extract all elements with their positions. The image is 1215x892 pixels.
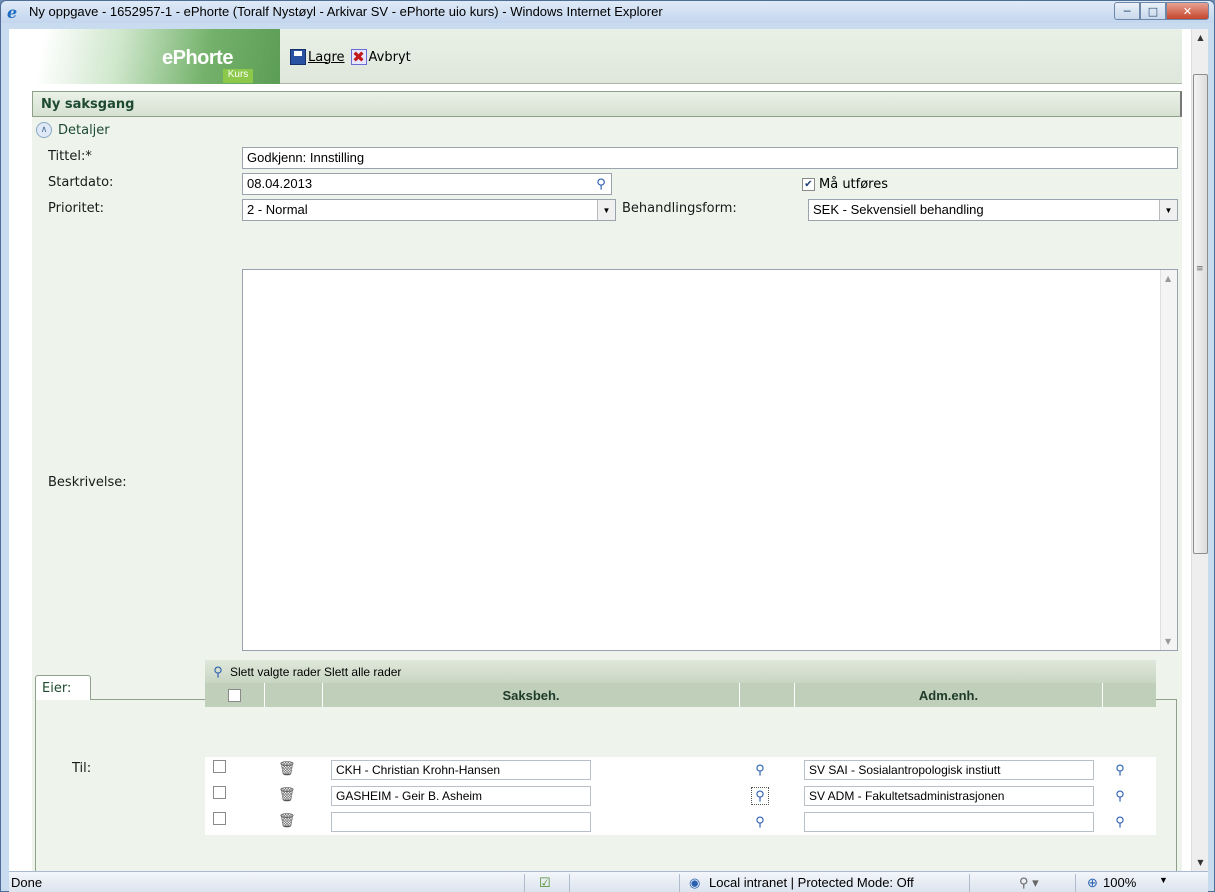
textarea-scrollbar[interactable]: ▲ ▼ — [1160, 270, 1177, 650]
cancel-label: Avbryt — [368, 49, 411, 65]
select-all-checkbox[interactable] — [228, 688, 241, 702]
cancel-icon: ✖ — [350, 48, 367, 66]
prioritet-label: Prioritet: — [48, 201, 105, 216]
search-icon[interactable]: ⚲ — [1111, 787, 1129, 805]
save-button[interactable]: Lagre — [290, 49, 345, 65]
tab-eier[interactable]: Eier: — [35, 675, 91, 700]
saksbeh-input[interactable]: CKH - Christian Krohn-Hansen — [331, 760, 591, 780]
select-all-cell — [205, 683, 265, 707]
section-title: Ny saksgang — [41, 97, 135, 112]
behandlingsform-label: Behandlingsform: — [622, 201, 737, 216]
trash-icon[interactable]: 🗑 — [278, 760, 296, 777]
header: ePhorte Kurs Lagre ✖ Avbryt — [32, 29, 1182, 84]
close-button[interactable]: ✕ — [1166, 2, 1209, 20]
col-admenh: Adm.enh. — [795, 683, 1103, 707]
table-row: 🗑 ⚲ ⚲ — [205, 809, 1156, 835]
prioritet-select[interactable]: 2 - Normal ▼ — [242, 199, 616, 221]
startdato-input[interactable]: 08.04.2013 — [242, 173, 612, 195]
row-checkbox[interactable] — [213, 760, 226, 773]
startdato-label: Startdato: — [48, 175, 114, 190]
ephorte-logo: ePhorte Kurs — [32, 29, 280, 84]
zoom-text[interactable]: 100% — [1103, 875, 1136, 890]
protected-mode-icon[interactable]: ⚲ ▾ — [1019, 875, 1039, 891]
prioritet-value: 2 - Normal — [247, 202, 308, 217]
chevron-down-icon[interactable]: ▼ — [597, 200, 615, 220]
scroll-up-icon[interactable]: ▲ — [1165, 274, 1171, 283]
til-label: Til: — [72, 761, 92, 776]
grid-toolbar-text[interactable]: Slett valgte rader Slett alle rader — [230, 665, 401, 679]
window-controls: ─ □ ✕ — [1114, 2, 1209, 21]
browser-content: ▲ ≡ ▼ ePhorte Kurs Lagre ✖ Avbryt Ny sak… — [9, 29, 1208, 871]
title-bar: e Ny oppgave - 1652957-1 - ePhorte (Tora… — [1, 1, 1214, 23]
admenh-input[interactable]: SV SAI - Sosialantropologisk instiutt — [804, 760, 1094, 780]
beskrivelse-textarea[interactable]: ▲ ▼ — [242, 269, 1178, 651]
details-toggle[interactable]: ∧ Detaljer — [36, 122, 110, 138]
row-checkbox[interactable] — [213, 812, 226, 825]
security-icon: ☑ — [539, 875, 551, 890]
beskrivelse-label: Beskrivelse: — [48, 475, 127, 490]
search-icon[interactable]: ⚲ — [751, 761, 769, 779]
zone-text: Local intranet | Protected Mode: Off — [709, 875, 914, 890]
page: ePhorte Kurs Lagre ✖ Avbryt Ny saksgang — [32, 29, 1182, 871]
zoom-icon[interactable]: ⊕ — [1087, 875, 1098, 891]
intranet-icon: ◉ — [689, 875, 701, 890]
lookup-col-header — [1103, 683, 1156, 707]
scrollbar-thumb[interactable] — [1193, 74, 1208, 554]
minimize-button[interactable]: ─ — [1114, 2, 1140, 20]
tittel-label: Tittel:* — [48, 149, 92, 164]
saksbeh-input[interactable]: GASHEIM - Geir B. Asheim — [331, 786, 591, 806]
trash-icon[interactable]: 🗑 — [278, 812, 296, 829]
zoom-dropdown-icon[interactable]: ▼ — [1159, 875, 1168, 885]
search-icon[interactable]: ⚲ — [1111, 813, 1129, 831]
maximize-button[interactable]: □ — [1140, 2, 1166, 20]
row-checkbox[interactable] — [213, 786, 226, 799]
table-row: 🗑 GASHEIM - Geir B. Asheim ⚲ SV ADM - Fa… — [205, 783, 1156, 809]
vertical-scrollbar[interactable]: ▲ ≡ ▼ — [1191, 29, 1208, 871]
date-lookup-icon[interactable]: ⚲ — [592, 175, 610, 193]
grid-header: Saksbeh. Adm.enh. — [205, 683, 1156, 707]
section-header: Ny saksgang — [32, 91, 1182, 117]
search-icon[interactable]: ⚲ — [751, 787, 769, 805]
search-icon[interactable]: ⚲ — [1111, 761, 1129, 779]
behandlingsform-select[interactable]: SEK - Sekvensiell behandling ▼ — [808, 199, 1178, 221]
search-icon[interactable]: ⚲ — [209, 663, 227, 681]
details-label: Detaljer — [58, 122, 110, 138]
ma-utfores-check[interactable]: ✔ — [802, 178, 815, 191]
admenh-input[interactable]: SV ADM - Fakultetsadministrasjonen — [804, 786, 1094, 806]
scroll-grip-icon: ≡ — [1196, 264, 1204, 274]
lookup-col-header — [740, 683, 795, 707]
admenh-input[interactable] — [804, 812, 1094, 832]
save-label: Lagre — [308, 49, 345, 65]
delete-col-header — [265, 683, 323, 707]
behandlingsform-value: SEK - Sekvensiell behandling — [813, 202, 984, 217]
col-saksbeh: Saksbeh. — [323, 683, 740, 707]
save-icon — [290, 49, 306, 65]
ma-utfores-checkbox[interactable]: ✔ Må utføres — [802, 177, 888, 192]
table-row: 🗑 CKH - Christian Krohn-Hansen ⚲ SV SAI … — [205, 757, 1156, 783]
status-bar: Done ☑ ◉ Local intranet | Protected Mode… — [9, 871, 1208, 892]
browser-window: e Ny oppgave - 1652957-1 - ePhorte (Tora… — [0, 0, 1215, 892]
grid-toolbar: ⚲ Slett valgte rader Slett alle rader — [205, 660, 1156, 683]
scroll-down-icon[interactable]: ▼ — [1165, 637, 1171, 646]
ie-icon: e — [7, 3, 18, 22]
tab-eier-label: Eier: — [42, 681, 72, 696]
collapse-icon: ∧ — [36, 122, 52, 138]
status-text: Done — [11, 875, 43, 890]
window-title: Ny oppgave - 1652957-1 - ePhorte (Toralf… — [29, 4, 663, 19]
logo-name: ePhorte — [162, 47, 233, 69]
cancel-button[interactable]: ✖ Avbryt — [350, 48, 411, 66]
ma-utfores-label: Må utføres — [819, 177, 889, 192]
scroll-down-icon[interactable]: ▼ — [1192, 854, 1208, 871]
trash-icon[interactable]: 🗑 — [278, 786, 296, 803]
logo-sub: Kurs — [223, 69, 253, 83]
toolbar: Lagre ✖ Avbryt — [290, 49, 411, 65]
saksbeh-input[interactable] — [331, 812, 591, 832]
chevron-down-icon[interactable]: ▼ — [1159, 200, 1177, 220]
search-icon[interactable]: ⚲ — [751, 813, 769, 831]
tittel-input[interactable]: Godkjenn: Innstilling — [242, 147, 1178, 169]
scroll-up-icon[interactable]: ▲ — [1192, 29, 1208, 46]
